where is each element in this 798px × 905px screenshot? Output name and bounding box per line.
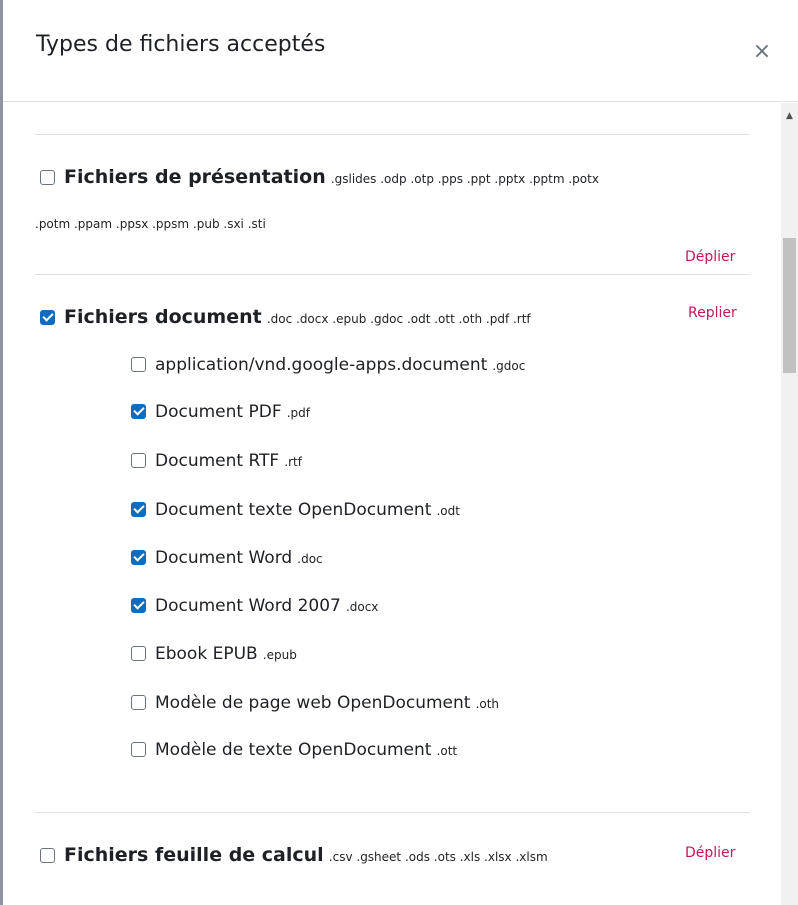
group-presentation-expand-link[interactable]: Déplier — [685, 249, 735, 265]
group-presentation-extensions: .gslides .odp .otp .pps .ppt .pptx .pptm… — [330, 172, 599, 186]
group-presentation-name: Fichiers de présentation — [64, 166, 326, 188]
list-item[interactable]: Document PDF .pdf — [131, 402, 310, 422]
list-item[interactable]: Modèle de page web OpenDocument .oth — [131, 693, 499, 713]
group-spreadsheet-name: Fichiers feuille de calcul — [64, 844, 324, 866]
group-presentation: Fichiers de présentation .gslides .odp .… — [40, 166, 599, 188]
group-spreadsheet-checkbox[interactable] — [40, 848, 55, 863]
item-label: Document PDF — [155, 402, 282, 422]
item-label: Modèle de page web OpenDocument — [155, 693, 471, 713]
dialog-header: Types de fichiers acceptés × — [3, 0, 798, 102]
item-label: Document Word — [155, 548, 293, 568]
group-document-name: Fichiers document — [64, 306, 262, 328]
file-types-dialog: Types de fichiers acceptés × Fichiers de… — [0, 0, 798, 905]
vertical-scrollbar[interactable]: ▲ — [781, 103, 798, 905]
item-ext: .epub — [262, 648, 297, 662]
group-presentation-checkbox[interactable] — [40, 170, 55, 185]
group-document-checkbox[interactable] — [40, 310, 55, 325]
list-item[interactable]: Document Word 2007 .docx — [131, 596, 378, 616]
group-presentation-extensions-cont: .potm .ppam .ppsx .ppsm .pub .sxi .sti — [35, 217, 266, 231]
item-checkbox[interactable] — [131, 502, 146, 517]
list-item[interactable]: Document Word .doc — [131, 548, 323, 568]
item-checkbox[interactable] — [131, 646, 146, 661]
list-item[interactable]: Document RTF .rtf — [131, 451, 302, 471]
divider — [35, 812, 750, 813]
group-spreadsheet-expand-link[interactable]: Déplier — [685, 845, 735, 861]
item-ext: .gdoc — [492, 359, 526, 373]
list-item[interactable]: Document texte OpenDocument .odt — [131, 500, 460, 520]
item-checkbox[interactable] — [131, 550, 146, 565]
divider — [35, 274, 750, 275]
scrollbar-thumb[interactable] — [783, 238, 796, 373]
item-ext: .rtf — [284, 455, 302, 469]
item-ext: .oth — [475, 697, 500, 711]
group-spreadsheet: Fichiers feuille de calcul .csv .gsheet … — [40, 844, 548, 866]
item-label: Modèle de texte OpenDocument — [155, 740, 432, 760]
item-ext: .pdf — [286, 406, 310, 420]
item-label: Document texte OpenDocument — [155, 500, 432, 520]
item-ext: .doc — [297, 552, 323, 566]
group-document: Fichiers document .doc .docx .epub .gdoc… — [40, 306, 531, 328]
group-document-collapse-link[interactable]: Replier — [688, 305, 737, 321]
dialog-title: Types de fichiers acceptés — [36, 32, 326, 57]
item-label: Ebook EPUB — [155, 644, 258, 664]
item-checkbox[interactable] — [131, 404, 146, 419]
group-spreadsheet-extensions: .csv .gsheet .ods .ots .xls .xlsx .xlsm — [328, 850, 548, 864]
item-checkbox[interactable] — [131, 453, 146, 468]
item-ext: .docx — [345, 600, 379, 614]
list-item[interactable]: Modèle de texte OpenDocument .ott — [131, 740, 457, 760]
item-label: Document RTF — [155, 451, 280, 471]
item-checkbox[interactable] — [131, 357, 146, 372]
dialog-body: Fichiers de présentation .gslides .odp .… — [3, 103, 798, 905]
item-ext: .odt — [436, 504, 460, 518]
item-checkbox[interactable] — [131, 598, 146, 613]
item-label: Document Word 2007 — [155, 596, 341, 616]
group-document-extensions: .doc .docx .epub .gdoc .odt .ott .oth .p… — [266, 312, 531, 326]
list-item[interactable]: application/vnd.google-apps.document .gd… — [131, 355, 525, 375]
close-icon[interactable]: × — [750, 40, 774, 64]
scroll-up-arrow-icon[interactable]: ▲ — [781, 109, 798, 123]
item-ext: .ott — [436, 744, 458, 758]
list-item[interactable]: Ebook EPUB .epub — [131, 644, 297, 664]
item-checkbox[interactable] — [131, 742, 146, 757]
item-label: application/vnd.google-apps.document — [155, 355, 488, 375]
item-checkbox[interactable] — [131, 695, 146, 710]
divider — [35, 134, 750, 135]
